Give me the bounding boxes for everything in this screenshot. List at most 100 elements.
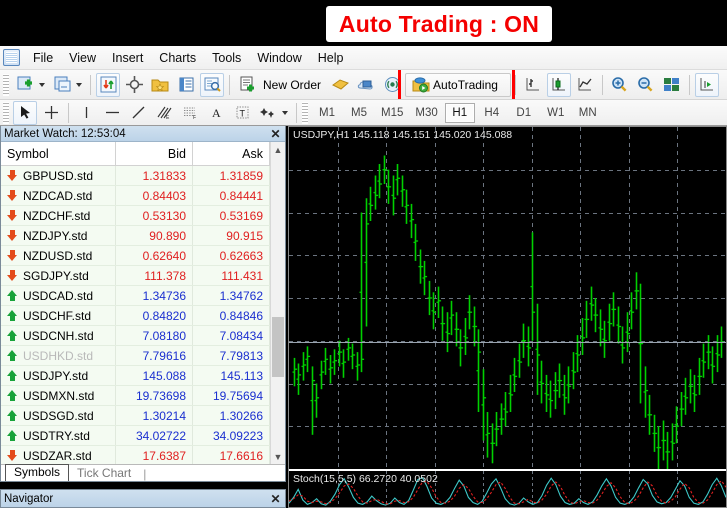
zoom-in-icon[interactable]: [608, 73, 632, 97]
chart-price-pane[interactable]: USDJPY,H1 145.118 145.151 145.020 145.08…: [289, 127, 726, 469]
timeframe-m5[interactable]: M5: [344, 103, 374, 123]
cell-symbol[interactable]: USDZAR.std: [1, 446, 116, 464]
price-bars: [289, 127, 726, 469]
trendline-icon[interactable]: [126, 101, 150, 125]
table-row[interactable]: SGDJPY.std 111.378 111.431: [1, 266, 270, 286]
scrollbar-thumb[interactable]: [272, 317, 284, 377]
terminal-icon[interactable]: [200, 72, 224, 97]
cursor-icon[interactable]: [13, 100, 37, 125]
zoom-out-icon[interactable]: [634, 73, 658, 97]
menu-item-window[interactable]: Window: [249, 49, 309, 67]
column-header-bid[interactable]: Bid: [116, 142, 193, 165]
text-label-icon[interactable]: T: [230, 101, 254, 125]
new-order-icon[interactable]: [235, 73, 259, 97]
table-row[interactable]: NZDUSD.std 0.62640 0.62663: [1, 246, 270, 266]
close-icon[interactable]: ✕: [269, 492, 282, 506]
cell-symbol[interactable]: NZDUSD.std: [1, 246, 116, 265]
table-row[interactable]: USDSGD.std 1.30214 1.30266: [1, 406, 270, 426]
save-chart-icon[interactable]: [50, 73, 74, 97]
candlestick-chart-icon[interactable]: [546, 72, 571, 97]
market-watch-scrollbar[interactable]: ▲ ▼: [270, 142, 285, 464]
timeframe-m1[interactable]: M1: [312, 103, 342, 123]
table-row[interactable]: USDMXN.std 19.73698 19.75694: [1, 386, 270, 406]
new-chart-dropdown-icon[interactable]: [39, 82, 45, 87]
menu-item-insert[interactable]: Insert: [104, 49, 151, 67]
menu-item-file[interactable]: File: [25, 49, 61, 67]
shapes-dropdown-icon[interactable]: [282, 110, 288, 115]
strategy-tester-icon[interactable]: [354, 73, 378, 97]
save-chart-dropdown-icon[interactable]: [76, 82, 82, 87]
expert-advisors-icon[interactable]: [328, 73, 352, 97]
table-row[interactable]: NZDCAD.std 0.84403 0.84441: [1, 186, 270, 206]
table-row[interactable]: USDCHF.std 0.84820 0.84846: [1, 306, 270, 326]
cell-symbol[interactable]: GBPUSD.std: [1, 166, 116, 185]
table-row[interactable]: USDCAD.std 1.34736 1.34762: [1, 286, 270, 306]
timeframe-h1[interactable]: H1: [444, 102, 475, 123]
menu-item-tools[interactable]: Tools: [204, 49, 249, 67]
table-row[interactable]: NZDCHF.std 0.53130 0.53169: [1, 206, 270, 226]
cell-symbol[interactable]: NZDCHF.std: [1, 206, 116, 225]
new-chart-icon[interactable]: [13, 73, 37, 97]
table-row[interactable]: USDCNH.std 7.08180 7.08434: [1, 326, 270, 346]
timeframe-m15[interactable]: M15: [376, 103, 408, 123]
cell-symbol[interactable]: USDCNH.std: [1, 326, 116, 345]
cell-symbol[interactable]: USDCHF.std: [1, 306, 116, 325]
equidistant-channel-icon[interactable]: E: [152, 101, 176, 125]
table-row[interactable]: USDTRY.std 34.02722 34.09223: [1, 426, 270, 446]
timeframe-d1[interactable]: D1: [509, 103, 539, 123]
data-window-icon[interactable]: [174, 73, 198, 97]
symbol-label: NZDCHF.std: [23, 208, 91, 223]
timeframe-w1[interactable]: W1: [541, 103, 571, 123]
column-header-symbol[interactable]: Symbol: [1, 142, 116, 165]
bar-chart-icon[interactable]: [521, 73, 545, 97]
timeframe-h4[interactable]: H4: [477, 103, 507, 123]
linebar-grip[interactable]: [3, 101, 9, 124]
line-chart-icon[interactable]: [573, 73, 597, 97]
shapes-icon[interactable]: [256, 101, 280, 125]
fibonacci-icon[interactable]: F: [178, 101, 202, 125]
mql-community-icon[interactable]: [380, 73, 404, 97]
toolbar-grip[interactable]: [3, 73, 9, 96]
column-header-ask[interactable]: Ask: [193, 142, 270, 165]
cell-symbol[interactable]: USDSGD.std: [1, 406, 116, 425]
chart-window[interactable]: USDJPY,H1 145.118 145.151 145.020 145.08…: [288, 126, 727, 508]
timeframe-grip[interactable]: [302, 101, 308, 124]
table-row[interactable]: GBPUSD.std 1.31833 1.31859: [1, 166, 270, 186]
scroll-up-icon[interactable]: ▲: [271, 142, 285, 157]
table-row[interactable]: USDZAR.std 17.6387 17.6616: [1, 446, 270, 464]
auto-scroll-icon[interactable]: [694, 72, 719, 97]
menu-item-charts[interactable]: Charts: [151, 49, 204, 67]
autotrading-label[interactable]: AutoTrading: [430, 78, 504, 92]
navigator-icon[interactable]: [148, 73, 172, 97]
tile-windows-icon[interactable]: [660, 73, 684, 97]
menu-item-view[interactable]: View: [61, 49, 104, 67]
table-row[interactable]: USDHKD.std 7.79616 7.79813: [1, 346, 270, 366]
vertical-line-icon[interactable]: [74, 101, 98, 125]
tab-symbols[interactable]: Symbols: [5, 464, 70, 481]
cell-symbol[interactable]: USDCAD.std: [1, 286, 116, 305]
timeframe-m30[interactable]: M30: [410, 103, 442, 123]
cell-symbol[interactable]: USDMXN.std: [1, 386, 116, 405]
new-order-label[interactable]: New Order: [260, 78, 327, 92]
tab-tick-chart[interactable]: Tick Chart: [69, 466, 139, 481]
chart-indicator-pane[interactable]: Stoch(15,5,5) 66.2720 40.0502: [289, 469, 726, 507]
market-watch-icon[interactable]: [96, 72, 120, 97]
cell-symbol[interactable]: USDTRY.std: [1, 426, 116, 445]
cell-symbol[interactable]: USDJPY.std: [1, 366, 116, 385]
table-row[interactable]: USDJPY.std 145.088 145.113: [1, 366, 270, 386]
scroll-down-icon[interactable]: ▼: [271, 449, 285, 464]
cell-symbol[interactable]: SGDJPY.std: [1, 266, 116, 285]
autotrading-button[interactable]: AutoTrading: [405, 72, 511, 97]
cell-symbol[interactable]: NZDCAD.std: [1, 186, 116, 205]
text-icon[interactable]: A: [204, 101, 228, 125]
horizontal-line-icon[interactable]: [100, 101, 124, 125]
table-row[interactable]: NZDJPY.std 90.890 90.915: [1, 226, 270, 246]
market-watch-header-row: Symbol Bid Ask: [1, 142, 270, 166]
close-icon[interactable]: ✕: [269, 127, 282, 141]
crosshair-icon[interactable]: [39, 101, 63, 125]
timeframe-mn[interactable]: MN: [573, 103, 603, 123]
cell-symbol[interactable]: USDHKD.std: [1, 346, 116, 365]
menu-item-help[interactable]: Help: [310, 49, 352, 67]
cell-symbol[interactable]: NZDJPY.std: [1, 226, 116, 245]
crosshair-icon[interactable]: [122, 73, 146, 97]
